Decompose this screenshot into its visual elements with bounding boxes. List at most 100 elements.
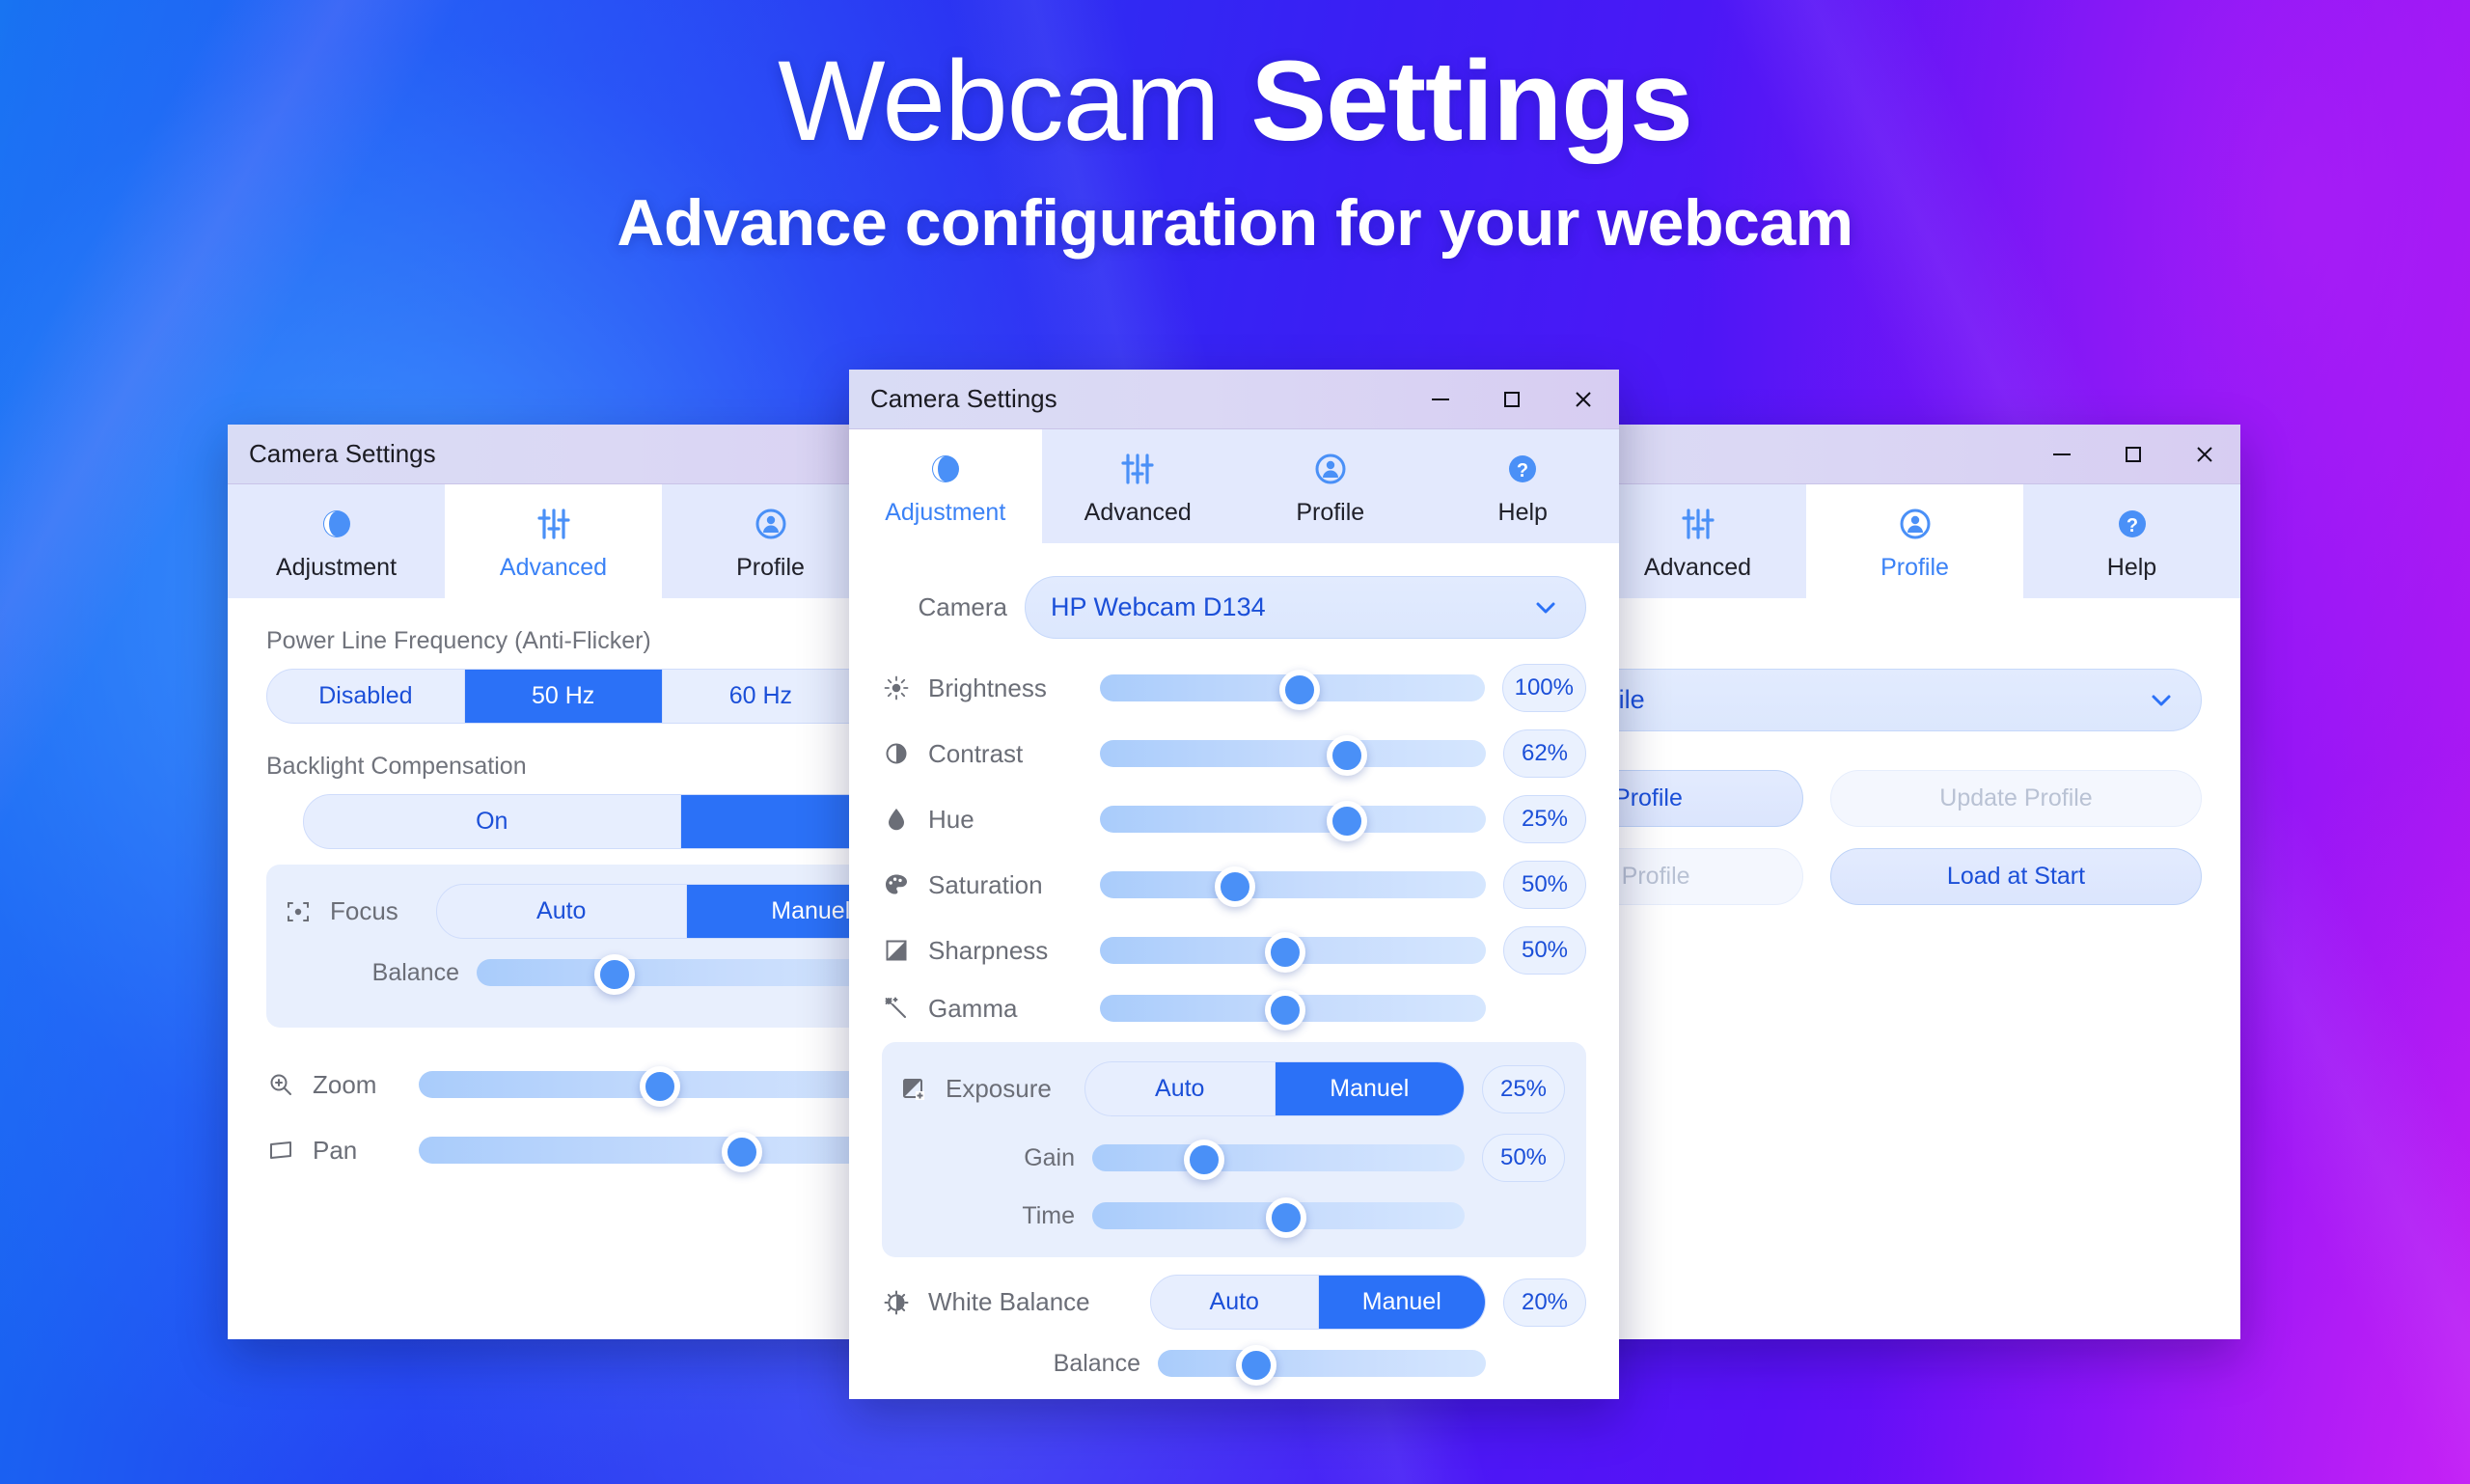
titlebar-adjustment[interactable]: Camera Settings bbox=[849, 370, 1619, 429]
profile-dropdown[interactable]: Standard Profile bbox=[1536, 669, 2202, 731]
slider-thumb[interactable] bbox=[1183, 1140, 1224, 1180]
tab-adjustment[interactable]: Adjustment bbox=[849, 429, 1042, 543]
gain-slider[interactable] bbox=[1092, 1140, 1465, 1180]
seg-on[interactable]: On bbox=[304, 795, 681, 848]
exposure-manuel[interactable]: Manuel bbox=[1275, 1062, 1464, 1115]
hero-title-bold: Settings bbox=[1250, 38, 1692, 165]
slider-thumb[interactable] bbox=[721, 1132, 762, 1172]
hero-banner: Webcam Settings Advance configuration fo… bbox=[0, 41, 2470, 261]
camera-dropdown-value: HP Webcam D134 bbox=[1051, 592, 1266, 621]
slider-thumb[interactable] bbox=[1327, 735, 1367, 776]
tab-label: Profile bbox=[736, 553, 805, 581]
close-icon[interactable] bbox=[2169, 425, 2240, 484]
slider-thumb[interactable] bbox=[593, 954, 635, 995]
tabbar-adjustment[interactable]: Adjustment Advanced Profile ? Help bbox=[849, 429, 1619, 543]
titlebar-profile[interactable]: Camera Settings bbox=[1536, 425, 2240, 484]
slider-track bbox=[1092, 1144, 1465, 1171]
window-title: Camera Settings bbox=[870, 384, 1057, 413]
tab-advanced[interactable]: Advanced bbox=[445, 484, 662, 598]
window-controls bbox=[2026, 425, 2240, 484]
row-wb-balance: Balance bbox=[882, 1345, 1586, 1386]
minimize-icon[interactable] bbox=[1405, 370, 1476, 429]
tab-label: Profile bbox=[1880, 553, 1949, 581]
tab-label: Adjustment bbox=[275, 553, 398, 581]
tab-label: Help bbox=[2106, 553, 2157, 581]
maximize-icon[interactable] bbox=[2098, 425, 2169, 484]
tabbar-profile[interactable]: Adjustment Advanced Profile bbox=[1536, 484, 2240, 598]
time-slider[interactable] bbox=[1092, 1197, 1465, 1238]
row-hue: Hue 25% bbox=[882, 795, 1586, 843]
contrast-label: Contrast bbox=[928, 738, 1024, 768]
chevron-down-icon bbox=[2147, 686, 2176, 715]
slider-thumb[interactable] bbox=[1265, 990, 1305, 1031]
row-white-balance: White Balance Auto Manuel 20% bbox=[882, 1275, 1586, 1330]
seg-disabled[interactable]: Disabled bbox=[267, 670, 465, 723]
maximize-icon[interactable] bbox=[1476, 370, 1548, 429]
saturation-value: 50% bbox=[1503, 861, 1586, 909]
gamma-slider[interactable] bbox=[1100, 990, 1486, 1031]
seg-60hz[interactable]: 60 Hz bbox=[663, 670, 861, 723]
wb-balance-slider[interactable] bbox=[1158, 1345, 1486, 1386]
sharpness-icon bbox=[882, 938, 911, 963]
exposure-icon bbox=[899, 1077, 928, 1102]
wb-auto[interactable]: Auto bbox=[1151, 1276, 1319, 1329]
wb-manuel[interactable]: Manuel bbox=[1318, 1276, 1485, 1329]
row-saturation: Saturation 50% bbox=[882, 861, 1586, 909]
saturation-label: Saturation bbox=[928, 869, 1043, 899]
hue-value: 25% bbox=[1503, 795, 1586, 843]
tab-profile[interactable]: Profile bbox=[1234, 429, 1427, 543]
sharpness-label: Sharpness bbox=[928, 935, 1049, 965]
slider-thumb[interactable] bbox=[1236, 1345, 1276, 1386]
profile-section-label: Your Profile bbox=[1536, 627, 2202, 655]
row-gamma: Gamma bbox=[882, 990, 1586, 1031]
brightness-label: Brightness bbox=[928, 673, 1047, 702]
wb-icon bbox=[882, 1290, 911, 1315]
tab-profile[interactable]: Profile bbox=[1806, 484, 2023, 598]
tab-help[interactable]: ? Help bbox=[1427, 429, 1620, 543]
focus-auto[interactable]: Auto bbox=[437, 885, 687, 938]
tab-label: Adjustment bbox=[885, 498, 1006, 526]
slider-track bbox=[1158, 1350, 1486, 1377]
seg-50hz[interactable]: 50 Hz bbox=[464, 670, 663, 723]
white-balance-segmented[interactable]: Auto Manuel bbox=[1150, 1275, 1486, 1330]
tab-profile[interactable]: Profile bbox=[662, 484, 879, 598]
tab-advanced[interactable]: Advanced bbox=[1042, 429, 1235, 543]
user-circle-icon bbox=[1896, 502, 1935, 546]
slider-track bbox=[1100, 806, 1486, 833]
window-adjustment[interactable]: Camera Settings Adjustment Advanced Prof… bbox=[849, 370, 1619, 1399]
camera-dropdown[interactable]: HP Webcam D134 bbox=[1025, 576, 1586, 639]
hue-slider[interactable] bbox=[1100, 801, 1486, 841]
brightness-slider[interactable] bbox=[1100, 670, 1485, 710]
pan-label: Pan bbox=[313, 1135, 358, 1165]
update-profile-button[interactable]: Update Profile bbox=[1830, 770, 2202, 827]
tab-label: Advanced bbox=[1643, 553, 1752, 581]
tab-adjustment[interactable]: Adjustment bbox=[228, 484, 445, 598]
gain-label: Gain bbox=[1024, 1143, 1075, 1171]
sliders-icon bbox=[535, 502, 573, 546]
contrast-value: 62% bbox=[1503, 729, 1586, 778]
window-profile[interactable]: Camera Settings Adjustment bbox=[1536, 425, 2240, 1339]
exposure-auto[interactable]: Auto bbox=[1085, 1062, 1276, 1115]
saturation-slider[interactable] bbox=[1100, 866, 1486, 907]
load-at-start-button[interactable]: Load at Start bbox=[1830, 848, 2202, 905]
tab-advanced[interactable]: Advanced bbox=[1589, 484, 1806, 598]
aperture-icon bbox=[317, 502, 356, 546]
row-contrast: Contrast 62% bbox=[882, 729, 1586, 778]
slider-thumb[interactable] bbox=[1265, 1197, 1306, 1238]
slider-thumb[interactable] bbox=[1279, 670, 1321, 710]
slider-thumb[interactable] bbox=[1265, 932, 1305, 973]
sun-icon bbox=[882, 675, 911, 701]
exposure-label: Exposure bbox=[946, 1074, 1052, 1103]
slider-thumb[interactable] bbox=[640, 1066, 681, 1107]
zoom-in-icon bbox=[266, 1072, 295, 1097]
slider-thumb[interactable] bbox=[1327, 801, 1367, 841]
slider-thumb[interactable] bbox=[1215, 866, 1255, 907]
tab-help[interactable]: ? Help bbox=[2023, 484, 2240, 598]
droplet-icon bbox=[882, 807, 911, 832]
contrast-slider[interactable] bbox=[1100, 735, 1486, 776]
exposure-segmented[interactable]: Auto Manuel bbox=[1084, 1061, 1465, 1116]
close-icon[interactable] bbox=[1548, 370, 1619, 429]
sharpness-slider[interactable] bbox=[1100, 932, 1486, 973]
brightness-value: 100% bbox=[1501, 664, 1586, 712]
minimize-icon[interactable] bbox=[2026, 425, 2098, 484]
